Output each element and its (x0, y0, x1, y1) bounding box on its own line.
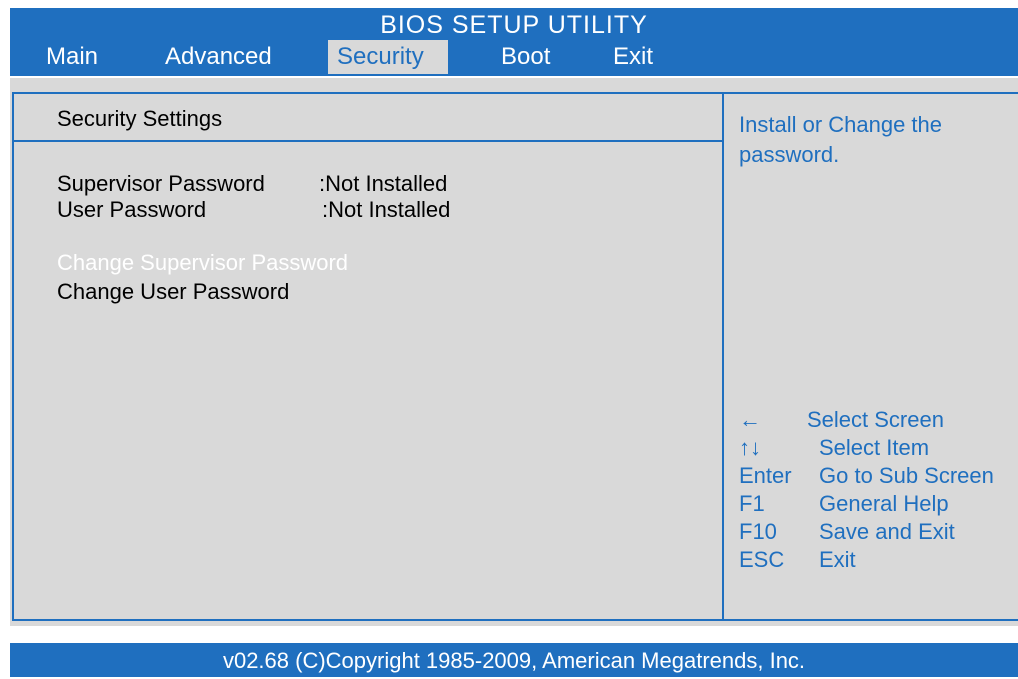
user-password-row: User Password :Not Installed (57, 197, 450, 223)
title-bar: BIOS SETUP UTILITY Main Advanced Securit… (10, 8, 1018, 76)
help-panel: Install or Change the password. ← Select… (724, 92, 1018, 621)
key-desc-select-item: Select Item (819, 435, 930, 460)
tab-security[interactable]: Security (328, 40, 448, 74)
supervisor-password-status: :Not Installed (319, 171, 448, 196)
user-password-label: User Password (57, 197, 207, 222)
left-arrow-icon: ← (739, 407, 761, 432)
key-f10: F10 (739, 519, 777, 544)
key-esc: ESC (739, 547, 785, 572)
settings-box: Security Settings Supervisor Password :N… (12, 92, 724, 621)
key-f1: F1 (739, 491, 765, 516)
settings-header: Security Settings (14, 94, 722, 142)
copyright-footer: v02.68 (C)Copyright 1985-2009, American … (10, 643, 1018, 677)
supervisor-password-label: Supervisor Password (57, 171, 265, 196)
tab-main[interactable]: Main (38, 40, 106, 74)
user-password-status: :Not Installed (322, 197, 451, 222)
key-desc-save-exit: Save and Exit (819, 519, 955, 544)
key-desc-sub-screen: Go to Sub Screen (819, 463, 994, 488)
change-supervisor-password-item[interactable]: Change Supervisor Password (57, 250, 348, 276)
up-down-arrow-icon: ↑↓ (739, 435, 761, 460)
app-title: BIOS SETUP UTILITY (380, 11, 648, 39)
tab-exit[interactable]: Exit (605, 40, 661, 74)
key-enter: Enter (739, 463, 792, 488)
tab-advanced[interactable]: Advanced (157, 40, 280, 74)
key-desc-general-help: General Help (819, 491, 949, 516)
change-user-password-item[interactable]: Change User Password (57, 279, 289, 305)
tab-boot[interactable]: Boot (493, 40, 558, 74)
key-desc-exit: Exit (819, 547, 856, 572)
supervisor-password-row: Supervisor Password :Not Installed (57, 171, 447, 197)
section-title: Security Settings (57, 106, 223, 131)
key-desc-select-screen: Select Screen (807, 407, 944, 432)
help-text: Install or Change the password. (739, 112, 943, 167)
main-panel: Security Settings Supervisor Password :N… (10, 78, 1018, 626)
